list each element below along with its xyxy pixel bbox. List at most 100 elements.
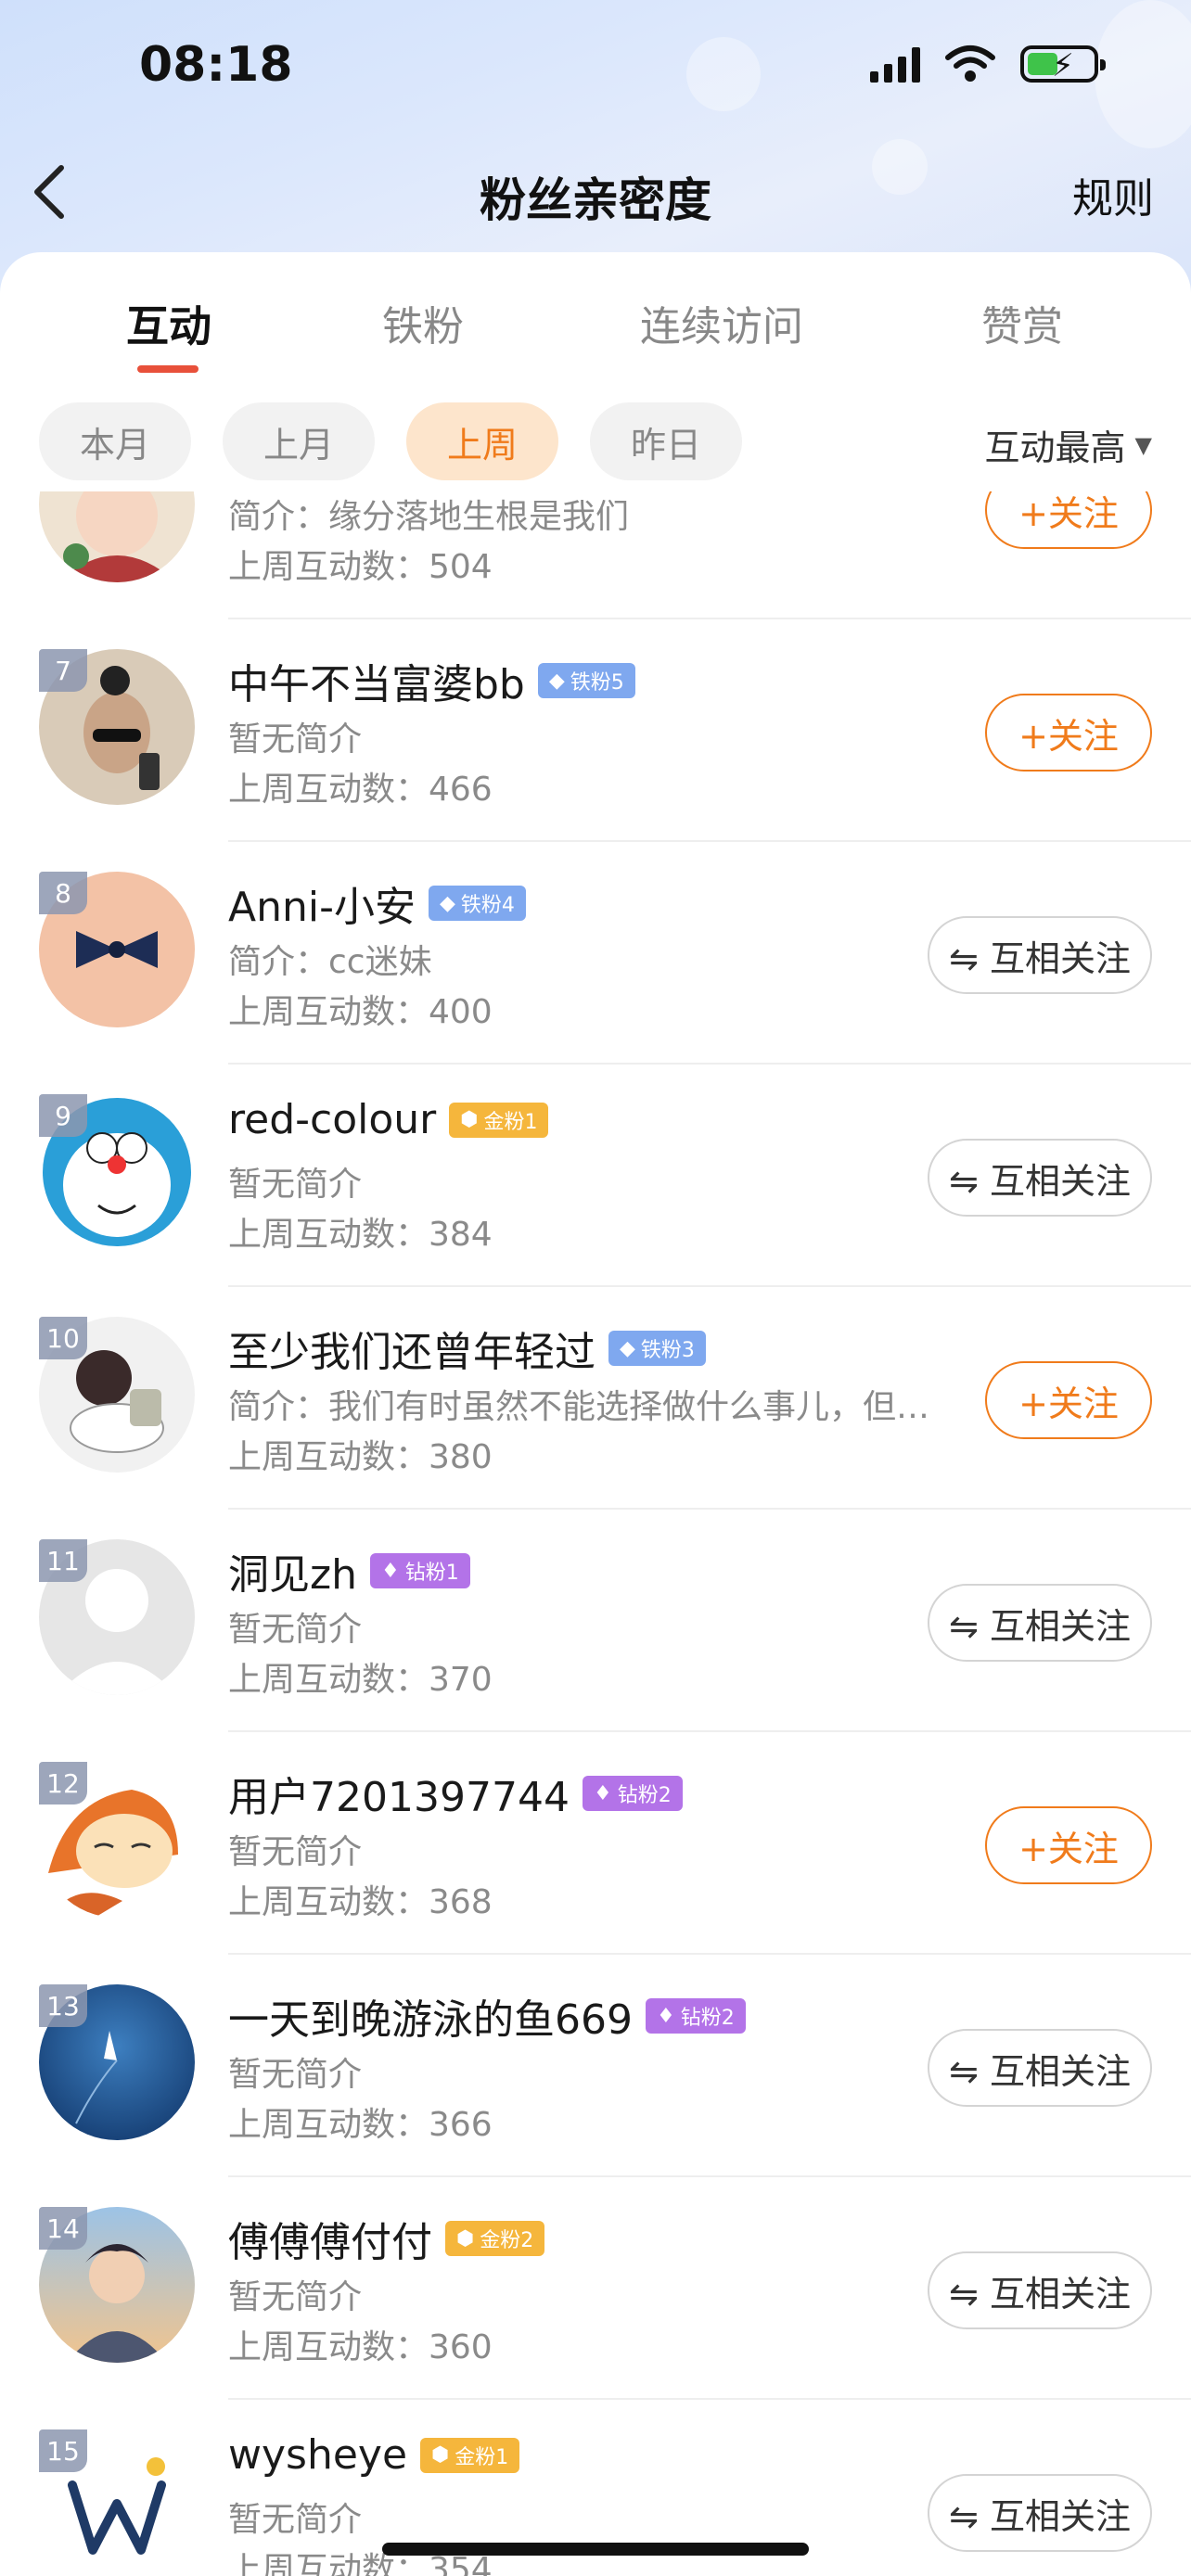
- chip-yesterday[interactable]: 昨日: [590, 402, 742, 480]
- follow-button[interactable]: +关注: [985, 1806, 1152, 1884]
- follow-button[interactable]: +关注: [985, 1361, 1152, 1439]
- fan-level-badge: ♦ 钻粉2: [582, 1776, 683, 1811]
- fan-intro: 暂无简介: [228, 2501, 363, 2539]
- rank-badge: 8: [39, 872, 87, 914]
- chip-last-month[interactable]: 上月: [223, 402, 375, 480]
- fan-intro: 简介：缘分落地生根是我们: [228, 498, 630, 536]
- follow-button[interactable]: +关注: [985, 491, 1152, 549]
- sort-label: 互动最高: [984, 427, 1126, 468]
- diamond-icon: ◆: [548, 669, 565, 693]
- tab-rewards[interactable]: 赞赏: [981, 293, 1063, 352]
- list-item[interactable]: 12 用户7201397744 ♦ 钻粉2 暂无简介 上周互动数：368 +关注: [0, 1732, 1191, 1955]
- fan-name[interactable]: Anni-小安: [228, 874, 416, 933]
- mutual-follow-button[interactable]: ⇋ 互相关注: [928, 916, 1152, 994]
- fan-level-badge: ◆ 铁粉5: [537, 663, 635, 698]
- gold-gem-icon: ⬢: [456, 2226, 475, 2251]
- gem-icon: ♦: [380, 1559, 400, 1583]
- fan-name-line: 中午不当富婆bb ◆ 铁粉5: [228, 651, 635, 710]
- fan-name[interactable]: 傅傅傅付付: [228, 2209, 432, 2268]
- fan-interaction-count: 上周互动数：380: [228, 1438, 493, 1476]
- home-indicator[interactable]: [382, 2543, 809, 2556]
- rank-badge: 9: [39, 1094, 87, 1137]
- list-item[interactable]: 10 至少我们还曾年轻过 ◆ 铁粉3 简介：我们有时虽然不能选择做什么事儿，但… …: [0, 1287, 1191, 1510]
- list-item[interactable]: 7 中午不当富婆bb ◆ 铁粉5 暂无简介 上周互动数：466 +关注: [0, 619, 1191, 842]
- fan-interaction-count: 上周互动数：400: [228, 993, 493, 1031]
- mutual-follow-button[interactable]: ⇋ 互相关注: [928, 1584, 1152, 1662]
- mutual-follow-button[interactable]: ⇋ 互相关注: [928, 1139, 1152, 1217]
- fan-level-badge: ♦ 钻粉2: [645, 1998, 746, 2034]
- rank-badge: 13: [39, 1984, 87, 2027]
- fan-name[interactable]: 洞见zh: [228, 1541, 357, 1600]
- fan-intro: 暂无简介: [228, 1611, 363, 1649]
- fan-intro: 简介：cc迷妹: [228, 943, 432, 981]
- fan-intro: 暂无简介: [228, 721, 363, 759]
- mutual-follow-button[interactable]: ⇋ 互相关注: [928, 2251, 1152, 2329]
- status-icons: ⚡: [870, 45, 1106, 84]
- fan-name[interactable]: red-colour: [228, 1096, 436, 1143]
- list-item[interactable]: 8 Anni-小安 ◆ 铁粉4 简介：cc迷妹 上周互动数：400 ⇋ 互相关注: [0, 842, 1191, 1065]
- chip-this-month[interactable]: 本月: [39, 402, 191, 480]
- fan-name-line: wysheye ⬢ 金粉1: [228, 2431, 520, 2479]
- fan-intro: 暂无简介: [228, 1166, 363, 1204]
- fan-intro: 暂无简介: [228, 1833, 363, 1871]
- fan-name-line: 一天到晚游泳的鱼669 ♦ 钻粉2: [228, 1986, 746, 2046]
- gem-icon: ♦: [656, 2004, 675, 2028]
- fan-list: 6 简介：缘分落地生根是我们 上周互动数：504 +关注 7 中午不当富婆bb …: [0, 491, 1191, 2576]
- fan-name[interactable]: wysheye: [228, 2431, 407, 2479]
- cellular-signal-icon: [870, 45, 920, 83]
- status-time: 08:18: [139, 37, 293, 93]
- mutual-follow-button[interactable]: ⇋ 互相关注: [928, 2029, 1152, 2107]
- fan-intro: 暂无简介: [228, 2278, 363, 2316]
- rank-badge: 15: [39, 2429, 87, 2472]
- rules-link[interactable]: 规则: [1072, 165, 1154, 224]
- tab-interaction[interactable]: 互动: [126, 293, 211, 354]
- wifi-icon: [945, 45, 995, 82]
- fan-level-badge: ◆ 铁粉4: [428, 886, 526, 921]
- fan-interaction-count: 上周互动数：370: [228, 1661, 493, 1699]
- gold-gem-icon: ⬢: [460, 1108, 479, 1131]
- fan-level-badge: ◆ 铁粉3: [608, 1331, 706, 1366]
- list-item[interactable]: 14 傅傅傅付付 ⬢ 金粉2 暂无简介 上周互动数：360 ⇋ 互相关注: [0, 2177, 1191, 2400]
- fan-interaction-count: 上周互动数：466: [228, 771, 493, 809]
- diamond-icon: ◆: [439, 891, 455, 915]
- fan-name-line: red-colour ⬢ 金粉1: [228, 1096, 549, 1143]
- fan-interaction-count: 上周互动数：360: [228, 2328, 493, 2366]
- fan-interaction-count: 上周互动数：366: [228, 2106, 493, 2144]
- fan-name-line: 用户7201397744 ♦ 钻粉2: [228, 1764, 683, 1823]
- sort-dropdown[interactable]: 互动最高 ▼: [985, 419, 1152, 470]
- list-item[interactable]: 9 red-colour ⬢ 金粉1 暂无简介 上周互动数：384 ⇋ 互相关注: [0, 1065, 1191, 1287]
- fan-intro: 简介：我们有时虽然不能选择做什么事儿，但…: [228, 1388, 930, 1426]
- rank-badge: 11: [39, 1539, 87, 1582]
- fan-level-badge: ⬢ 金粉1: [449, 1102, 549, 1138]
- period-filter: 本月 上月 上周 昨日: [39, 402, 742, 480]
- tab-iron-fans[interactable]: 铁粉: [382, 293, 464, 352]
- page-title: 粉丝亲密度: [480, 173, 711, 227]
- chip-last-week[interactable]: 上周: [406, 402, 558, 480]
- list-item[interactable]: 11 洞见zh ♦ 钻粉1 暂无简介 上周互动数：370 ⇋ 互相关注: [0, 1510, 1191, 1732]
- diamond-icon: ◆: [620, 1336, 635, 1360]
- fan-name[interactable]: 中午不当富婆bb: [228, 651, 525, 710]
- fan-name[interactable]: 至少我们还曾年轻过: [228, 1319, 596, 1378]
- fan-name-line: 洞见zh ♦ 钻粉1: [228, 1541, 470, 1600]
- fan-interaction-count: 上周互动数：504: [228, 548, 493, 586]
- avatar[interactable]: [39, 491, 195, 582]
- rank-badge: 14: [39, 2207, 87, 2250]
- tab-continuous-visits[interactable]: 连续访问: [640, 293, 803, 352]
- fan-name[interactable]: 一天到晚游泳的鱼669: [228, 1986, 633, 2046]
- fan-name-line: 傅傅傅付付 ⬢ 金粉2: [228, 2209, 545, 2268]
- fan-name-line: 至少我们还曾年轻过 ◆ 铁粉3: [228, 1319, 706, 1378]
- active-tab-indicator: [137, 365, 198, 373]
- list-item[interactable]: 6 简介：缘分落地生根是我们 上周互动数：504 +关注: [0, 491, 1191, 619]
- fan-level-badge: ♦ 钻粉1: [369, 1553, 470, 1588]
- mutual-follow-button[interactable]: ⇋ 互相关注: [928, 2474, 1152, 2552]
- gold-gem-icon: ⬢: [431, 2443, 450, 2467]
- gem-icon: ♦: [593, 1781, 612, 1805]
- rank-badge: 7: [39, 649, 87, 692]
- fan-name[interactable]: 用户7201397744: [228, 1764, 570, 1823]
- fan-level-badge: ⬢ 金粉1: [420, 2437, 520, 2473]
- list-item[interactable]: 13 一天到晚游泳的鱼669 ♦ 钻粉2 暂无简介 上周互动数：366 ⇋ 互相关…: [0, 1955, 1191, 2177]
- fan-name-line: Anni-小安 ◆ 铁粉4: [228, 874, 526, 933]
- fan-interaction-count: 上周互动数：368: [228, 1883, 493, 1921]
- follow-button[interactable]: +关注: [985, 694, 1152, 772]
- fan-intro: 暂无简介: [228, 2056, 363, 2094]
